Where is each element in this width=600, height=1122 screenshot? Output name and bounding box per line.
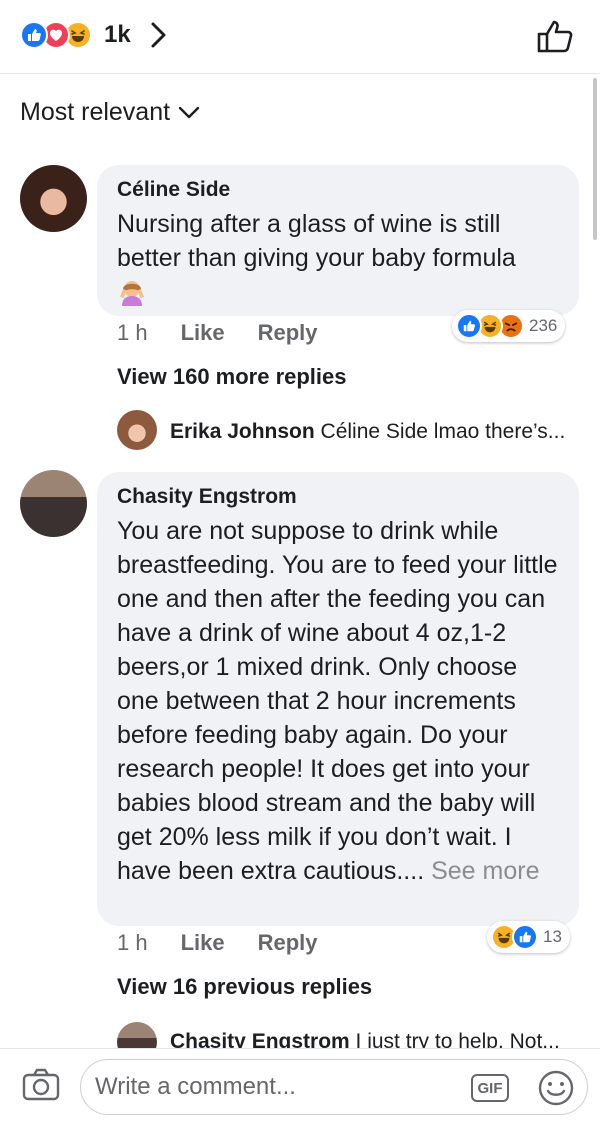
like-button[interactable]: Like <box>181 930 225 956</box>
scrollbar[interactable] <box>593 78 597 240</box>
avatar[interactable] <box>20 165 87 232</box>
comment-text: Nursing after a glass of wine is still b… <box>117 210 516 272</box>
reactions-header: 1k <box>0 0 600 74</box>
gif-button[interactable]: GIF <box>471 1074 509 1102</box>
comment-bubble: Chasity Engstrom You are not suppose to … <box>97 472 579 926</box>
emoji-icon[interactable] <box>537 1069 575 1107</box>
reply-button[interactable]: Reply <box>258 930 318 956</box>
like-button[interactable]: Like <box>181 320 225 346</box>
reaction-count: 1k <box>104 21 131 48</box>
view-previous-replies-link[interactable]: View 16 previous replies <box>117 974 372 1000</box>
view-more-replies-link[interactable]: View 160 more replies <box>117 364 347 390</box>
chevron-down-icon <box>178 106 200 118</box>
reply-button[interactable]: Reply <box>258 320 318 346</box>
reaction-count: 13 <box>543 927 562 946</box>
comment-reactions-badge[interactable]: 13 <box>487 921 570 953</box>
reply-author: Erika Johnson <box>170 420 315 443</box>
sort-label: Most relevant <box>20 98 171 126</box>
reply-text: Céline Side lmao there’s... <box>320 420 566 443</box>
like-icon <box>456 313 482 339</box>
comment-actions: 1 h Like Reply <box>117 320 318 346</box>
comment-author[interactable]: Chasity Engstrom <box>117 484 559 510</box>
comment-input-box: GIF <box>80 1059 588 1115</box>
comment-author[interactable]: Céline Side <box>117 177 559 203</box>
comment-reactions-badge[interactable]: 236 <box>452 310 566 342</box>
comment-actions: 1 h Like Reply <box>117 930 318 956</box>
reaction-count: 236 <box>529 316 558 335</box>
comment-text-container: You are not suppose to drink while breas… <box>117 514 559 888</box>
comment-time[interactable]: 1 h <box>117 930 148 956</box>
camera-icon[interactable] <box>22 1067 60 1101</box>
comment-time[interactable]: 1 h <box>117 320 148 346</box>
avatar[interactable] <box>117 410 157 450</box>
comment-composer: GIF <box>0 1048 600 1122</box>
like-thumb-icon[interactable] <box>536 18 576 54</box>
comment-bubble: Céline Side Nursing after a glass of win… <box>97 165 579 316</box>
comment-text: You are not suppose to drink while breas… <box>117 517 558 885</box>
woman-raising-hand-emoji <box>120 281 144 306</box>
reply-preview[interactable]: Erika Johnson Céline Side lmao there’s..… <box>170 420 565 444</box>
see-more-link[interactable]: See more <box>431 857 539 885</box>
avatar[interactable] <box>20 470 87 537</box>
like-icon <box>20 21 48 49</box>
reaction-summary-button[interactable]: 1k <box>20 20 131 50</box>
chevron-right-icon[interactable] <box>148 20 170 50</box>
comment-input[interactable] <box>95 1060 455 1114</box>
like-icon <box>512 924 538 950</box>
sort-dropdown[interactable]: Most relevant <box>20 98 200 127</box>
